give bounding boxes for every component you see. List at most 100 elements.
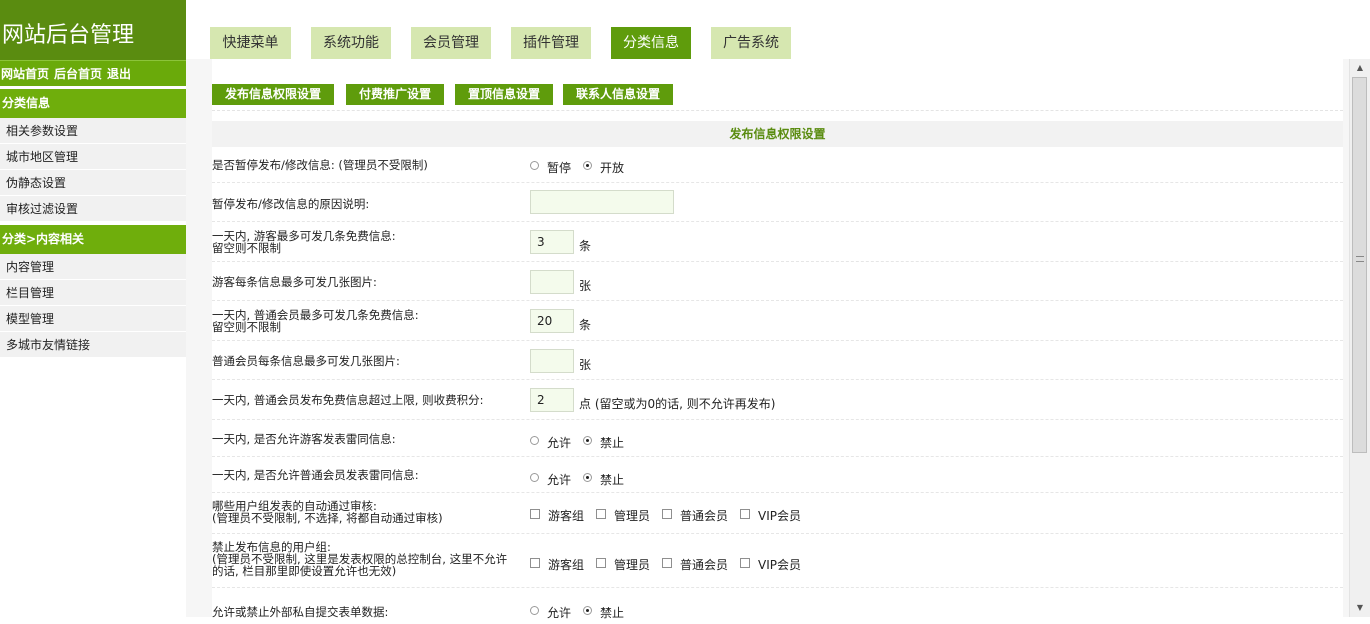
checkbox-approve-admin[interactable] — [596, 508, 607, 519]
scroll-up-arrow-icon[interactable]: ▲ — [1350, 59, 1370, 77]
sidebar: 网站后台管理 网站首页 后台首页 退出 分类信息 相关参数设置 城市地区管理 伪静态… — [0, 0, 186, 617]
radio-pause-off[interactable] — [530, 161, 539, 170]
checkbox-forbid-admin[interactable] — [596, 557, 607, 568]
link-site-home[interactable]: 网站首页 — [1, 67, 49, 81]
radio-guest-dup-allow[interactable] — [530, 436, 539, 445]
menu-item-city-areas[interactable]: 城市地区管理 — [0, 144, 186, 170]
tab-quick-menu[interactable]: 快捷菜单 — [210, 27, 291, 59]
member-overlimit-input[interactable]: 2 — [530, 388, 574, 412]
scroll-down-arrow-icon[interactable]: ▼ — [1350, 599, 1370, 617]
row-member-overlimit: 一天内, 普通会员发布免费信息超过上限, 则收费积分: 2 点 (留空或为0的话,… — [212, 380, 1343, 420]
label-line: 留空则不限制 — [212, 320, 281, 334]
tab-members[interactable]: 会员管理 — [411, 27, 491, 59]
checkbox-forbid-vip[interactable] — [740, 557, 751, 568]
row-pause: 是否暂停发布/修改信息: (管理员不受限制) 暂停 开放 — [212, 147, 1343, 183]
tab-classified[interactable]: 分类信息 — [611, 27, 691, 59]
menu-group-classified[interactable]: 分类信息 — [0, 89, 186, 118]
menu-item-rewrite[interactable]: 伪静态设置 — [0, 170, 186, 196]
member-daily-input[interactable]: 20 — [530, 309, 574, 333]
grip-icon — [1356, 256, 1364, 262]
link-logout[interactable]: 退出 — [107, 67, 131, 81]
radio-pause-open[interactable] — [583, 161, 593, 170]
radio-label: 禁止 — [600, 606, 625, 620]
checkbox-label: 管理员 — [614, 509, 651, 523]
top-tab-bar: 快捷菜单 系统功能 会员管理 插件管理 分类信息 广告系统 — [186, 0, 1370, 59]
sub-button-bar: 发布信息权限设置 付费推广设置 置顶信息设置 联系人信息设置 — [212, 59, 1343, 111]
row-member-images: 普通会员每条信息最多可发几张图片: 张 — [212, 341, 1343, 380]
label-guest-daily: 一天内, 游客最多可发几条免费信息: 留空则不限制 — [212, 230, 396, 254]
radio-label: 允许 — [547, 436, 572, 450]
radio-member-dup-forbid[interactable] — [583, 473, 593, 482]
radio-label: 禁止 — [600, 473, 625, 487]
menu-item-column-manage[interactable]: 栏目管理 — [0, 280, 186, 306]
row-auto-approve: 哪些用户组发表的自动通过审核: (管理员不受限制, 不选择, 将都自动通过审核) … — [212, 493, 1343, 534]
label-pause-reason: 暂停发布/修改信息的原因说明: — [212, 197, 370, 211]
menu-item-params[interactable]: 相关参数设置 — [0, 118, 186, 144]
checkbox-label: 普通会员 — [680, 509, 729, 523]
row-external-submit: 允许或禁止外部私自提交表单数据: 允许 禁止 — [212, 588, 1343, 624]
radio-label: 允许 — [547, 473, 572, 487]
site-logo: 网站后台管理 — [0, 0, 186, 60]
radio-external-forbid[interactable] — [583, 606, 593, 615]
guest-images-input[interactable] — [530, 270, 574, 294]
row-pause-reason: 暂停发布/修改信息的原因说明: — [212, 183, 1343, 222]
label-member-duplicate: 一天内, 是否允许普通会员发表雷同信息: — [212, 468, 419, 482]
row-guest-images: 游客每条信息最多可发几张图片: 张 — [212, 262, 1343, 301]
radio-label: 开放 — [600, 161, 625, 175]
content-area: 发布信息权限设置 付费推广设置 置顶信息设置 联系人信息设置 发布信息权限设置 … — [212, 59, 1343, 620]
tab-system[interactable]: 系统功能 — [311, 27, 391, 59]
row-guest-daily: 一天内, 游客最多可发几条免费信息: 留空则不限制 3条 — [212, 222, 1343, 262]
radio-member-dup-allow[interactable] — [530, 473, 539, 482]
label-member-images: 普通会员每条信息最多可发几张图片: — [212, 354, 400, 368]
menu-group-content[interactable]: 分类>内容相关 — [0, 225, 186, 254]
label-line: (管理员不受限制, 不选择, 将都自动通过审核) — [212, 511, 443, 525]
label-line: 的话, 栏目那里即使设置允许也无效) — [212, 564, 397, 578]
menu-item-audit-filter[interactable]: 审核过滤设置 — [0, 196, 186, 222]
menu-item-model-manage[interactable]: 模型管理 — [0, 306, 186, 332]
tab-ads[interactable]: 广告系统 — [711, 27, 791, 59]
row-guest-duplicate: 一天内, 是否允许游客发表雷同信息: 允许 禁止 — [212, 420, 1343, 457]
member-images-input[interactable] — [530, 349, 574, 373]
label-guest-duplicate: 一天内, 是否允许游客发表雷同信息: — [212, 432, 396, 446]
checkbox-approve-member[interactable] — [662, 508, 673, 519]
label-auto-approve: 哪些用户组发表的自动通过审核: (管理员不受限制, 不选择, 将都自动通过审核) — [212, 500, 443, 524]
radio-guest-dup-forbid[interactable] — [583, 436, 593, 445]
unit-label: 张 — [579, 278, 592, 293]
radio-label: 允许 — [547, 606, 572, 620]
menu-item-city-links[interactable]: 多城市友情链接 — [0, 332, 186, 358]
vertical-scrollbar[interactable]: ▲ ▼ — [1349, 59, 1370, 617]
checkbox-label: 游客组 — [548, 558, 585, 572]
btn-sticky-settings[interactable]: 置顶信息设置 — [455, 84, 553, 105]
label-member-daily: 一天内, 普通会员最多可发几条免费信息: 留空则不限制 — [212, 309, 419, 333]
unit-label: 点 (留空或为0的话, 则不允许再发布) — [579, 396, 776, 411]
label-line: 留空则不限制 — [212, 241, 281, 255]
top-links: 网站首页 后台首页 退出 — [0, 60, 186, 86]
row-forbid-groups: 禁止发布信息的用户组: (管理员不受限制, 这里是发表权限的总控制台, 这里不允许… — [212, 534, 1343, 588]
menu-item-content-manage[interactable]: 内容管理 — [0, 254, 186, 280]
tab-plugins[interactable]: 插件管理 — [511, 27, 591, 59]
scroll-thumb[interactable] — [1352, 77, 1367, 453]
checkbox-label: 游客组 — [548, 509, 585, 523]
checkbox-forbid-member[interactable] — [662, 557, 673, 568]
btn-contact-settings[interactable]: 联系人信息设置 — [563, 84, 673, 105]
checkbox-forbid-guest[interactable] — [530, 557, 540, 568]
unit-label: 条 — [579, 317, 592, 332]
label-pause: 是否暂停发布/修改信息: (管理员不受限制) — [212, 158, 428, 172]
link-admin-home[interactable]: 后台首页 — [54, 67, 102, 81]
radio-label: 暂停 — [547, 161, 572, 175]
checkbox-approve-vip[interactable] — [740, 508, 751, 519]
checkbox-label: 管理员 — [614, 558, 651, 572]
radio-external-allow[interactable] — [530, 606, 539, 615]
label-forbid-groups: 禁止发布信息的用户组: (管理员不受限制, 这里是发表权限的总控制台, 这里不允许… — [212, 541, 507, 577]
unit-label: 条 — [579, 238, 592, 253]
label-guest-images: 游客每条信息最多可发几张图片: — [212, 275, 377, 289]
btn-paid-promotion[interactable]: 付费推广设置 — [346, 84, 444, 105]
btn-publish-permissions[interactable]: 发布信息权限设置 — [212, 84, 334, 105]
radio-label: 禁止 — [600, 436, 625, 450]
checkbox-approve-guest[interactable] — [530, 508, 540, 519]
checkbox-label: VIP会员 — [758, 558, 802, 572]
checkbox-label: VIP会员 — [758, 509, 802, 523]
guest-daily-input[interactable]: 3 — [530, 230, 574, 254]
label-external-submit: 允许或禁止外部私自提交表单数据: — [212, 605, 389, 619]
pause-reason-input[interactable] — [530, 190, 674, 214]
